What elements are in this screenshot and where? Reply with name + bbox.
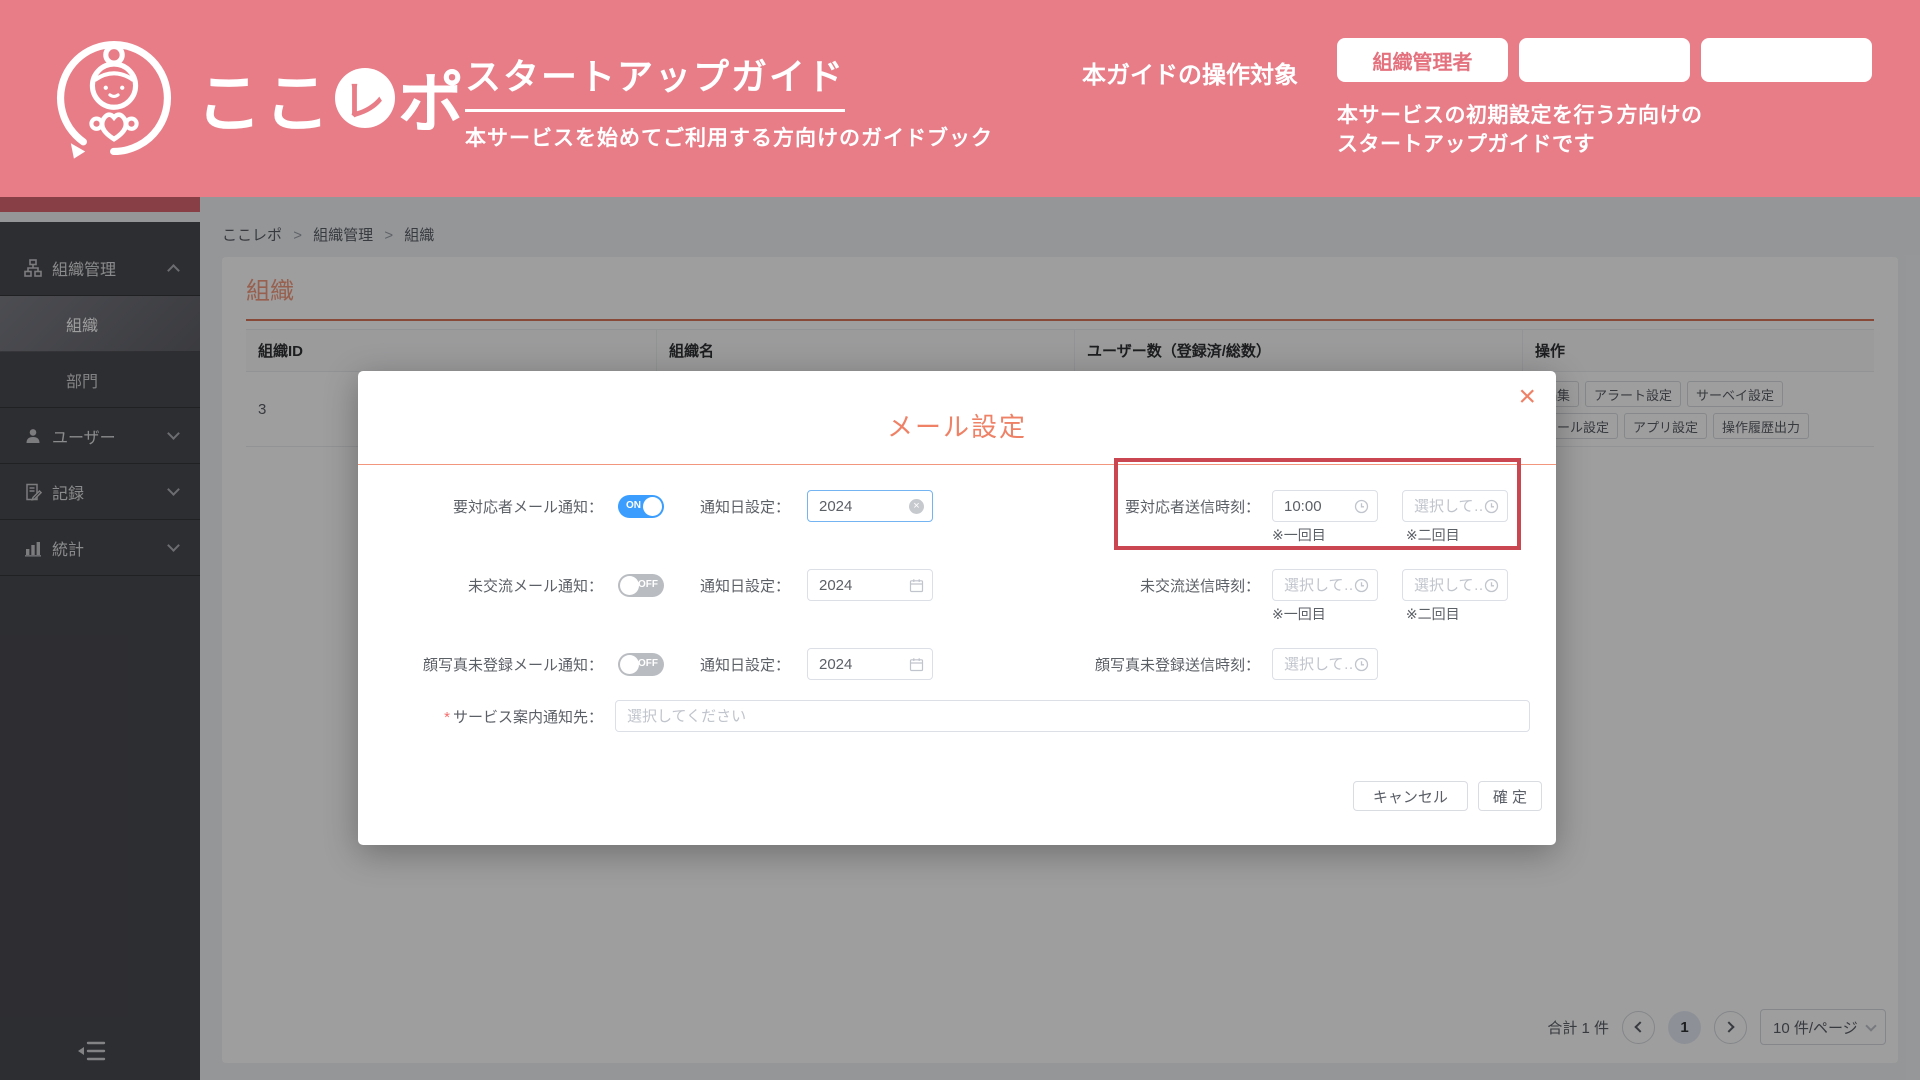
logo: ここ レ ポ — [40, 24, 466, 172]
label-notify-date-2: 通知日設定： — [699, 577, 790, 595]
app-header: ここ レ ポ スタートアップガイド 本サービスを始めてご利用する方向けのガイドブ… — [0, 0, 1920, 197]
audience-button-2[interactable] — [1519, 38, 1690, 82]
no-exchange-time1-input[interactable] — [1284, 576, 1354, 594]
toggle-knob — [643, 496, 662, 516]
guide-subtitle: 本サービスを始めてご利用する方向けのガイドブック — [465, 127, 993, 150]
label-attention-mail-notify: 要対応者メール通知： — [452, 498, 603, 516]
calendar-icon — [909, 657, 924, 671]
no-photo-mail-toggle[interactable]: OFF — [618, 652, 664, 676]
audience-button-org-admin[interactable]: 組織管理者 — [1337, 38, 1508, 82]
attention-date-input[interactable] — [819, 497, 909, 515]
label-no-photo-mail-notify: 顔写真未登録メール通知： — [422, 656, 603, 674]
audience-description-line1: 本サービスの初期設定を行う方向けの — [1337, 104, 1703, 127]
audience-description-line2: スタートアップガイドです — [1337, 133, 1595, 156]
label-no-photo-send-time: 顔写真未登録送信時刻： — [1094, 656, 1260, 674]
attention-time2-input[interactable] — [1414, 497, 1484, 515]
attention-date-input-wrap: × — [807, 490, 933, 522]
toggle-knob — [620, 654, 639, 674]
attention-time1-input[interactable] — [1284, 497, 1354, 515]
no-photo-date-input-wrap — [807, 648, 933, 680]
service-info-recipient-input-wrap — [615, 700, 1530, 732]
toggle-off-text: OFF — [638, 657, 658, 669]
audience-button-3[interactable] — [1701, 38, 1872, 82]
calendar-icon — [909, 578, 924, 592]
attention-time2-input-wrap — [1402, 490, 1508, 522]
no-exchange-time2-input-wrap — [1402, 569, 1508, 601]
clear-icon[interactable]: × — [909, 498, 924, 514]
clock-icon — [1484, 499, 1499, 513]
note-first-time: ※一回目 — [1272, 527, 1326, 543]
logo-text-1: ここ — [196, 66, 332, 140]
label-service-info-recipient: * サービス案内通知先： — [444, 708, 603, 726]
close-icon[interactable]: × — [1518, 379, 1536, 415]
mail-settings-modal: × メール設定 要対応者メール通知： ON 通知日設定： × 要対応者送信時刻： — [358, 371, 1556, 845]
note-second-time: ※二回目 — [1405, 606, 1460, 622]
toggle-off-text: OFF — [638, 578, 658, 590]
clock-icon — [1354, 578, 1369, 592]
required-mark: * — [444, 708, 450, 726]
toggle-knob — [620, 575, 639, 595]
no-exchange-date-input-wrap — [807, 569, 933, 601]
no-exchange-date-input[interactable] — [819, 576, 909, 594]
confirm-button[interactable]: 確 定 — [1477, 781, 1542, 811]
logo-text-2: ポ — [398, 66, 466, 140]
logo-circle-char: レ — [335, 68, 395, 128]
attention-mail-toggle[interactable]: ON — [618, 494, 664, 518]
audience-buttons: 組織管理者 — [1337, 38, 1872, 82]
no-photo-time1-input[interactable] — [1284, 655, 1354, 673]
clock-icon — [1354, 657, 1369, 671]
no-exchange-mail-toggle[interactable]: OFF — [618, 573, 664, 597]
toggle-on-text: ON — [626, 499, 641, 511]
no-exchange-time2-input[interactable] — [1414, 576, 1484, 594]
audience-label: 本ガイドの操作対象 — [1082, 62, 1298, 89]
logo-girl-icon — [56, 40, 172, 159]
no-exchange-time1-input-wrap — [1272, 569, 1378, 601]
modal-title: メール設定 — [886, 412, 1027, 442]
clock-icon — [1484, 578, 1499, 592]
attention-time1-input-wrap — [1272, 490, 1378, 522]
label-attention-send-time: 要対応者送信時刻： — [1124, 498, 1260, 516]
guide-title: スタートアップガイド — [465, 48, 846, 112]
note-second-time: ※二回目 — [1405, 527, 1460, 543]
audience-description: 本サービスの初期設定を行う方向けの スタートアップガイドです — [1337, 101, 1703, 159]
no-photo-date-input[interactable] — [819, 655, 909, 673]
logo-text: ここ レ ポ — [196, 50, 466, 146]
label-notify-date-1: 通知日設定： — [699, 498, 790, 516]
label-no-exchange-send-time: 未交流送信時刻： — [1139, 577, 1260, 595]
no-photo-time1-input-wrap — [1272, 648, 1378, 680]
cancel-button[interactable]: キャンセル — [1352, 781, 1468, 811]
service-info-recipient-input[interactable] — [627, 707, 1521, 725]
note-first-time: ※一回目 — [1272, 606, 1326, 622]
label-no-exchange-mail-notify: 未交流メール通知： — [467, 577, 603, 595]
label-notify-date-3: 通知日設定： — [699, 656, 790, 674]
clock-icon — [1354, 499, 1369, 513]
